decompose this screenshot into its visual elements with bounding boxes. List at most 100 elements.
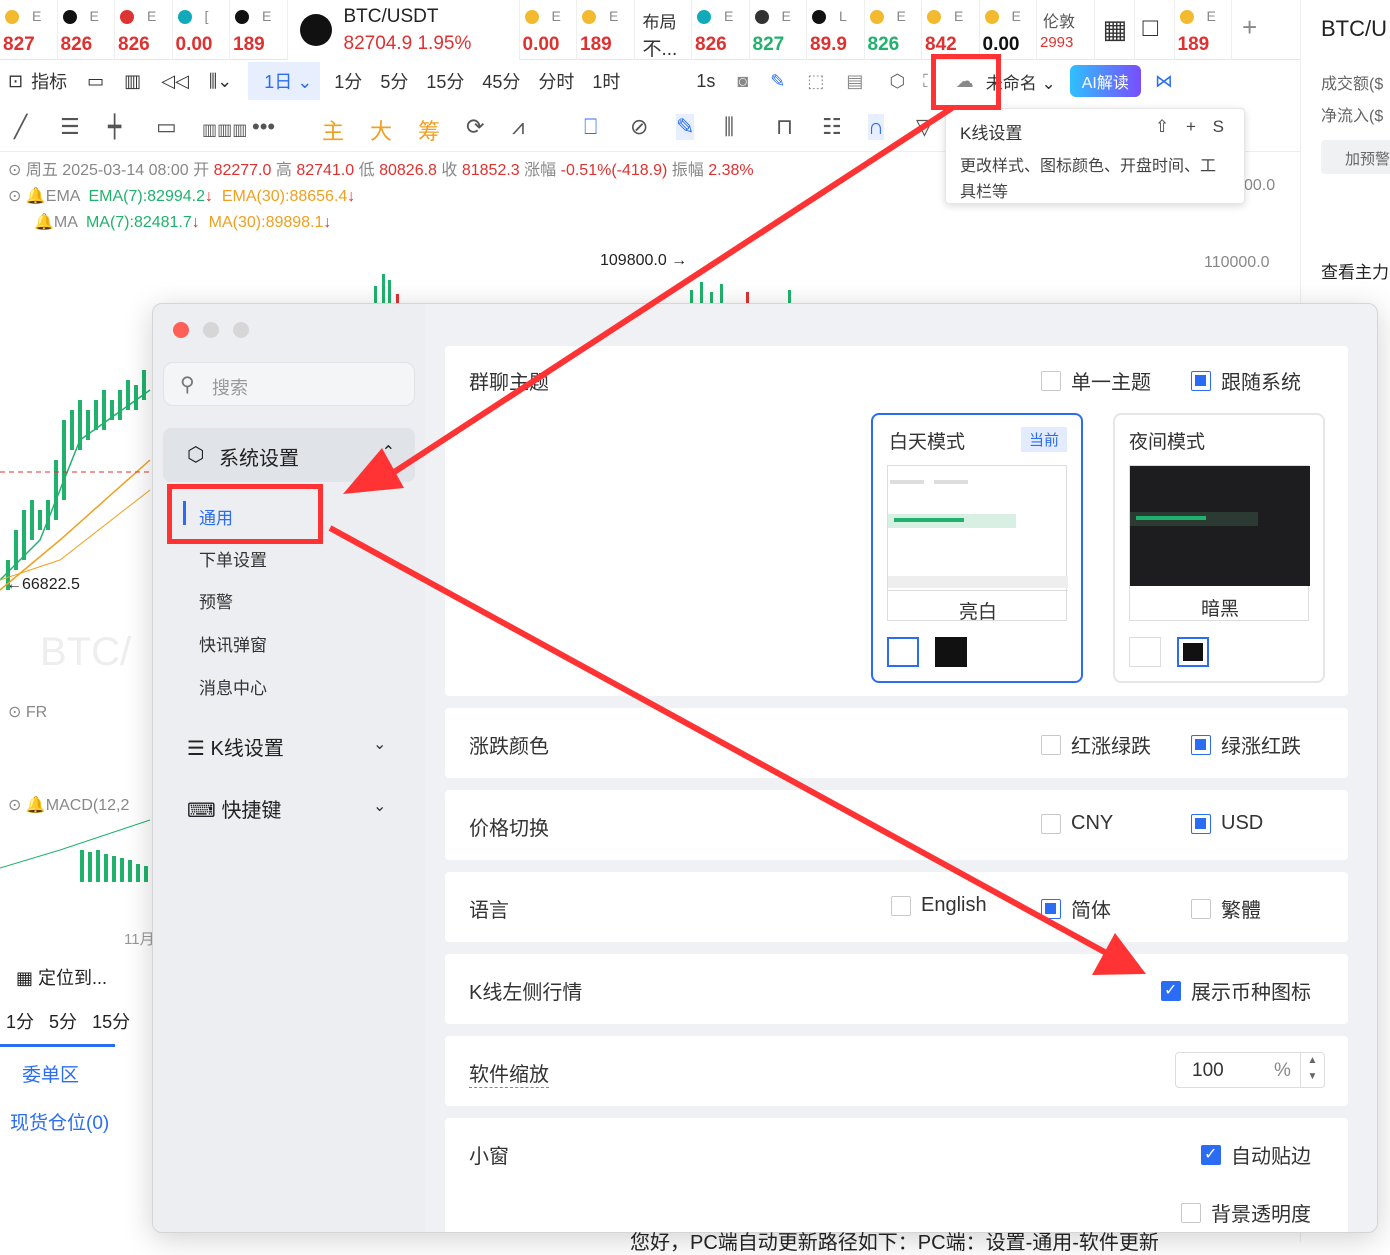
more-tools-icon[interactable]: ••• xyxy=(252,114,275,140)
green-up-option[interactable]: 绿涨红跌 xyxy=(1191,730,1301,759)
close-window-button[interactable] xyxy=(173,322,189,338)
tab-position[interactable]: 现货仓位(0) xyxy=(10,1108,109,1135)
ticker-tab[interactable]: 伦敦 2993 xyxy=(1037,0,1095,60)
measure-icon[interactable]: ⩘ xyxy=(512,114,524,140)
big-order-button[interactable]: 大 xyxy=(370,114,392,146)
tab-orders[interactable]: 委单区 xyxy=(22,1060,79,1087)
add-alert-button[interactable]: 加预警 xyxy=(1321,140,1390,174)
show-coin-icon-option[interactable]: 展示币种图标 xyxy=(1161,976,1311,1005)
ticker-tab[interactable]: L 89.9 xyxy=(807,0,865,60)
checkbox[interactable] xyxy=(1191,734,1211,755)
ma-legend[interactable]: 🔔MA MA(7):82481.7↓ MA(30):89898.1↓ xyxy=(8,212,754,232)
traditional-option[interactable]: 繁體 xyxy=(1191,894,1261,923)
compare-icon[interactable]: ▥ xyxy=(124,71,141,92)
hline-tool-icon[interactable]: ┿ xyxy=(108,114,121,140)
light-swatch[interactable] xyxy=(1129,637,1161,667)
magnet-icon[interactable]: ∩ xyxy=(868,114,884,140)
interval-1d-button[interactable]: 1日 ⌄ xyxy=(248,62,321,100)
minimize-window-button[interactable] xyxy=(203,322,219,338)
settings-gear-icon[interactable]: ⬡ xyxy=(889,71,905,92)
settings-search-input[interactable]: ⚲ 搜索 xyxy=(163,362,415,406)
active-ticker-tab[interactable]: BTC/USDT 82704.9 1.95% xyxy=(287,0,520,60)
night-mode-card[interactable]: 夜间模式 暗黑 xyxy=(1113,413,1325,683)
ticker-tab[interactable]: E 842 xyxy=(922,0,980,60)
view-main-force-link[interactable]: 查看主力 xyxy=(1321,258,1389,283)
ticker-tab[interactable]: E 826 xyxy=(115,0,173,60)
interval-button[interactable]: 45分 xyxy=(482,68,520,94)
checkbox[interactable] xyxy=(1041,898,1061,919)
interval-button[interactable]: 分时 xyxy=(538,68,574,94)
interval-1s-button[interactable]: 1s xyxy=(696,71,715,92)
interval-button[interactable]: 15分 xyxy=(92,1012,130,1032)
layout-tab[interactable]: 布局 不... xyxy=(635,0,692,60)
checkbox[interactable] xyxy=(1191,898,1211,919)
usd-option[interactable]: USD xyxy=(1191,812,1263,835)
sidebar-item-alert[interactable]: 预警 xyxy=(199,588,233,613)
simplified-option[interactable]: 简体 xyxy=(1041,894,1111,923)
ai-interpret-button[interactable]: AI解读 xyxy=(1069,65,1141,97)
interval-button[interactable]: 1分 xyxy=(334,68,362,94)
main-force-button[interactable]: 主 xyxy=(322,114,344,146)
chart-type-icon[interactable]: ⫼⌄ xyxy=(209,71,232,92)
interval-button[interactable]: 1分 xyxy=(6,1012,34,1032)
sidebar-item-news-popup[interactable]: 快讯弹窗 xyxy=(199,631,267,656)
grid-layout-icon[interactable]: ▦ xyxy=(1095,0,1135,60)
zoom-stepper[interactable]: 100 % ▲ ▼ xyxy=(1175,1052,1325,1088)
checkbox[interactable] xyxy=(1191,813,1211,834)
dark-swatch[interactable] xyxy=(935,637,967,667)
replay-icon[interactable]: ⬚ xyxy=(807,71,824,92)
ticker-tab[interactable]: [0.00 xyxy=(173,0,230,60)
window-icon[interactable]: □ xyxy=(1135,0,1175,60)
pen-tool-icon[interactable]: ✎ xyxy=(676,114,695,140)
cny-option[interactable]: CNY xyxy=(1041,812,1113,835)
ticker-tab[interactable]: E 0.00 xyxy=(980,0,1037,60)
light-swatch[interactable] xyxy=(887,637,919,667)
ema-legend[interactable]: ⊙ 🔔EMA EMA(7):82994.2↓ EMA(30):88656.4↓ xyxy=(8,186,754,206)
save-icon[interactable]: ▭ xyxy=(87,71,104,92)
dark-swatch[interactable] xyxy=(1177,637,1209,667)
interval-button[interactable]: 1时 xyxy=(592,68,620,94)
day-mode-card[interactable]: 白天模式 当前 亮白 xyxy=(871,413,1083,683)
red-up-option[interactable]: 红涨绿跌 xyxy=(1041,730,1151,759)
checkbox[interactable] xyxy=(1041,813,1061,834)
ticker-tab[interactable]: E 189 xyxy=(1175,0,1232,60)
sidebar-item-order[interactable]: 下单设置 xyxy=(199,546,267,571)
note-icon[interactable]: ⎕ xyxy=(584,114,597,140)
share-icon[interactable]: ⋈ xyxy=(1155,71,1173,92)
ticker-tab[interactable]: E 826 xyxy=(692,0,750,60)
interval-button[interactable]: 5分 xyxy=(380,68,408,94)
maximize-window-button[interactable] xyxy=(233,322,249,338)
pencil-icon[interactable]: ✎ xyxy=(770,71,785,92)
ticker-tab[interactable]: E 189 xyxy=(577,0,635,60)
stepper-arrows-icon[interactable]: ▲ ▼ xyxy=(1300,1053,1324,1087)
camera-icon[interactable]: ◙ xyxy=(737,71,748,92)
pattern-tool-icon[interactable]: ▥▥▥ xyxy=(202,120,247,140)
chevron-down-icon[interactable]: ⌄ xyxy=(373,734,386,754)
checkbox[interactable] xyxy=(1041,734,1061,755)
single-theme-option[interactable]: 单一主题 xyxy=(1041,366,1151,395)
english-option[interactable]: English xyxy=(891,894,987,917)
candle-icon[interactable]: ⫼ xyxy=(724,114,734,140)
indicator-icon[interactable]: ⊡ xyxy=(8,71,23,92)
checkbox[interactable] xyxy=(1191,370,1211,391)
fib-tool-icon[interactable]: ☰ xyxy=(60,114,80,140)
edit-note-icon[interactable]: ☷ xyxy=(822,114,842,140)
ticker-tab[interactable]: E 0.00 xyxy=(520,0,577,60)
ticker-tab[interactable]: E 827 xyxy=(750,0,807,60)
rect-tool-icon[interactable]: ▭ xyxy=(156,114,177,140)
sidebar-item-messages[interactable]: 消息中心 xyxy=(199,674,267,699)
interval-button[interactable]: 15分 xyxy=(426,68,464,94)
ruler-icon[interactable]: ⊘ xyxy=(630,114,648,140)
indicators-button[interactable]: 指标 xyxy=(31,68,67,94)
checkbox[interactable] xyxy=(1161,980,1181,1001)
sync-icon[interactable]: ⟳ xyxy=(466,114,484,140)
lock-icon[interactable]: ⊓ xyxy=(776,114,793,140)
bg-opacity-option[interactable]: 背景透明度 xyxy=(1181,1198,1311,1227)
sidebar-section-kline[interactable]: ☰ K线设置 xyxy=(187,732,284,761)
follow-system-option[interactable]: 跟随系统 xyxy=(1191,366,1301,395)
chips-button[interactable]: 筹 xyxy=(418,114,440,146)
add-tab-icon[interactable]: + xyxy=(1232,0,1272,60)
locate-button[interactable]: ▦ 定位到... xyxy=(16,964,107,990)
auto-snap-option[interactable]: 自动贴边 xyxy=(1201,1140,1311,1169)
interval-button[interactable]: 5分 xyxy=(49,1012,77,1032)
